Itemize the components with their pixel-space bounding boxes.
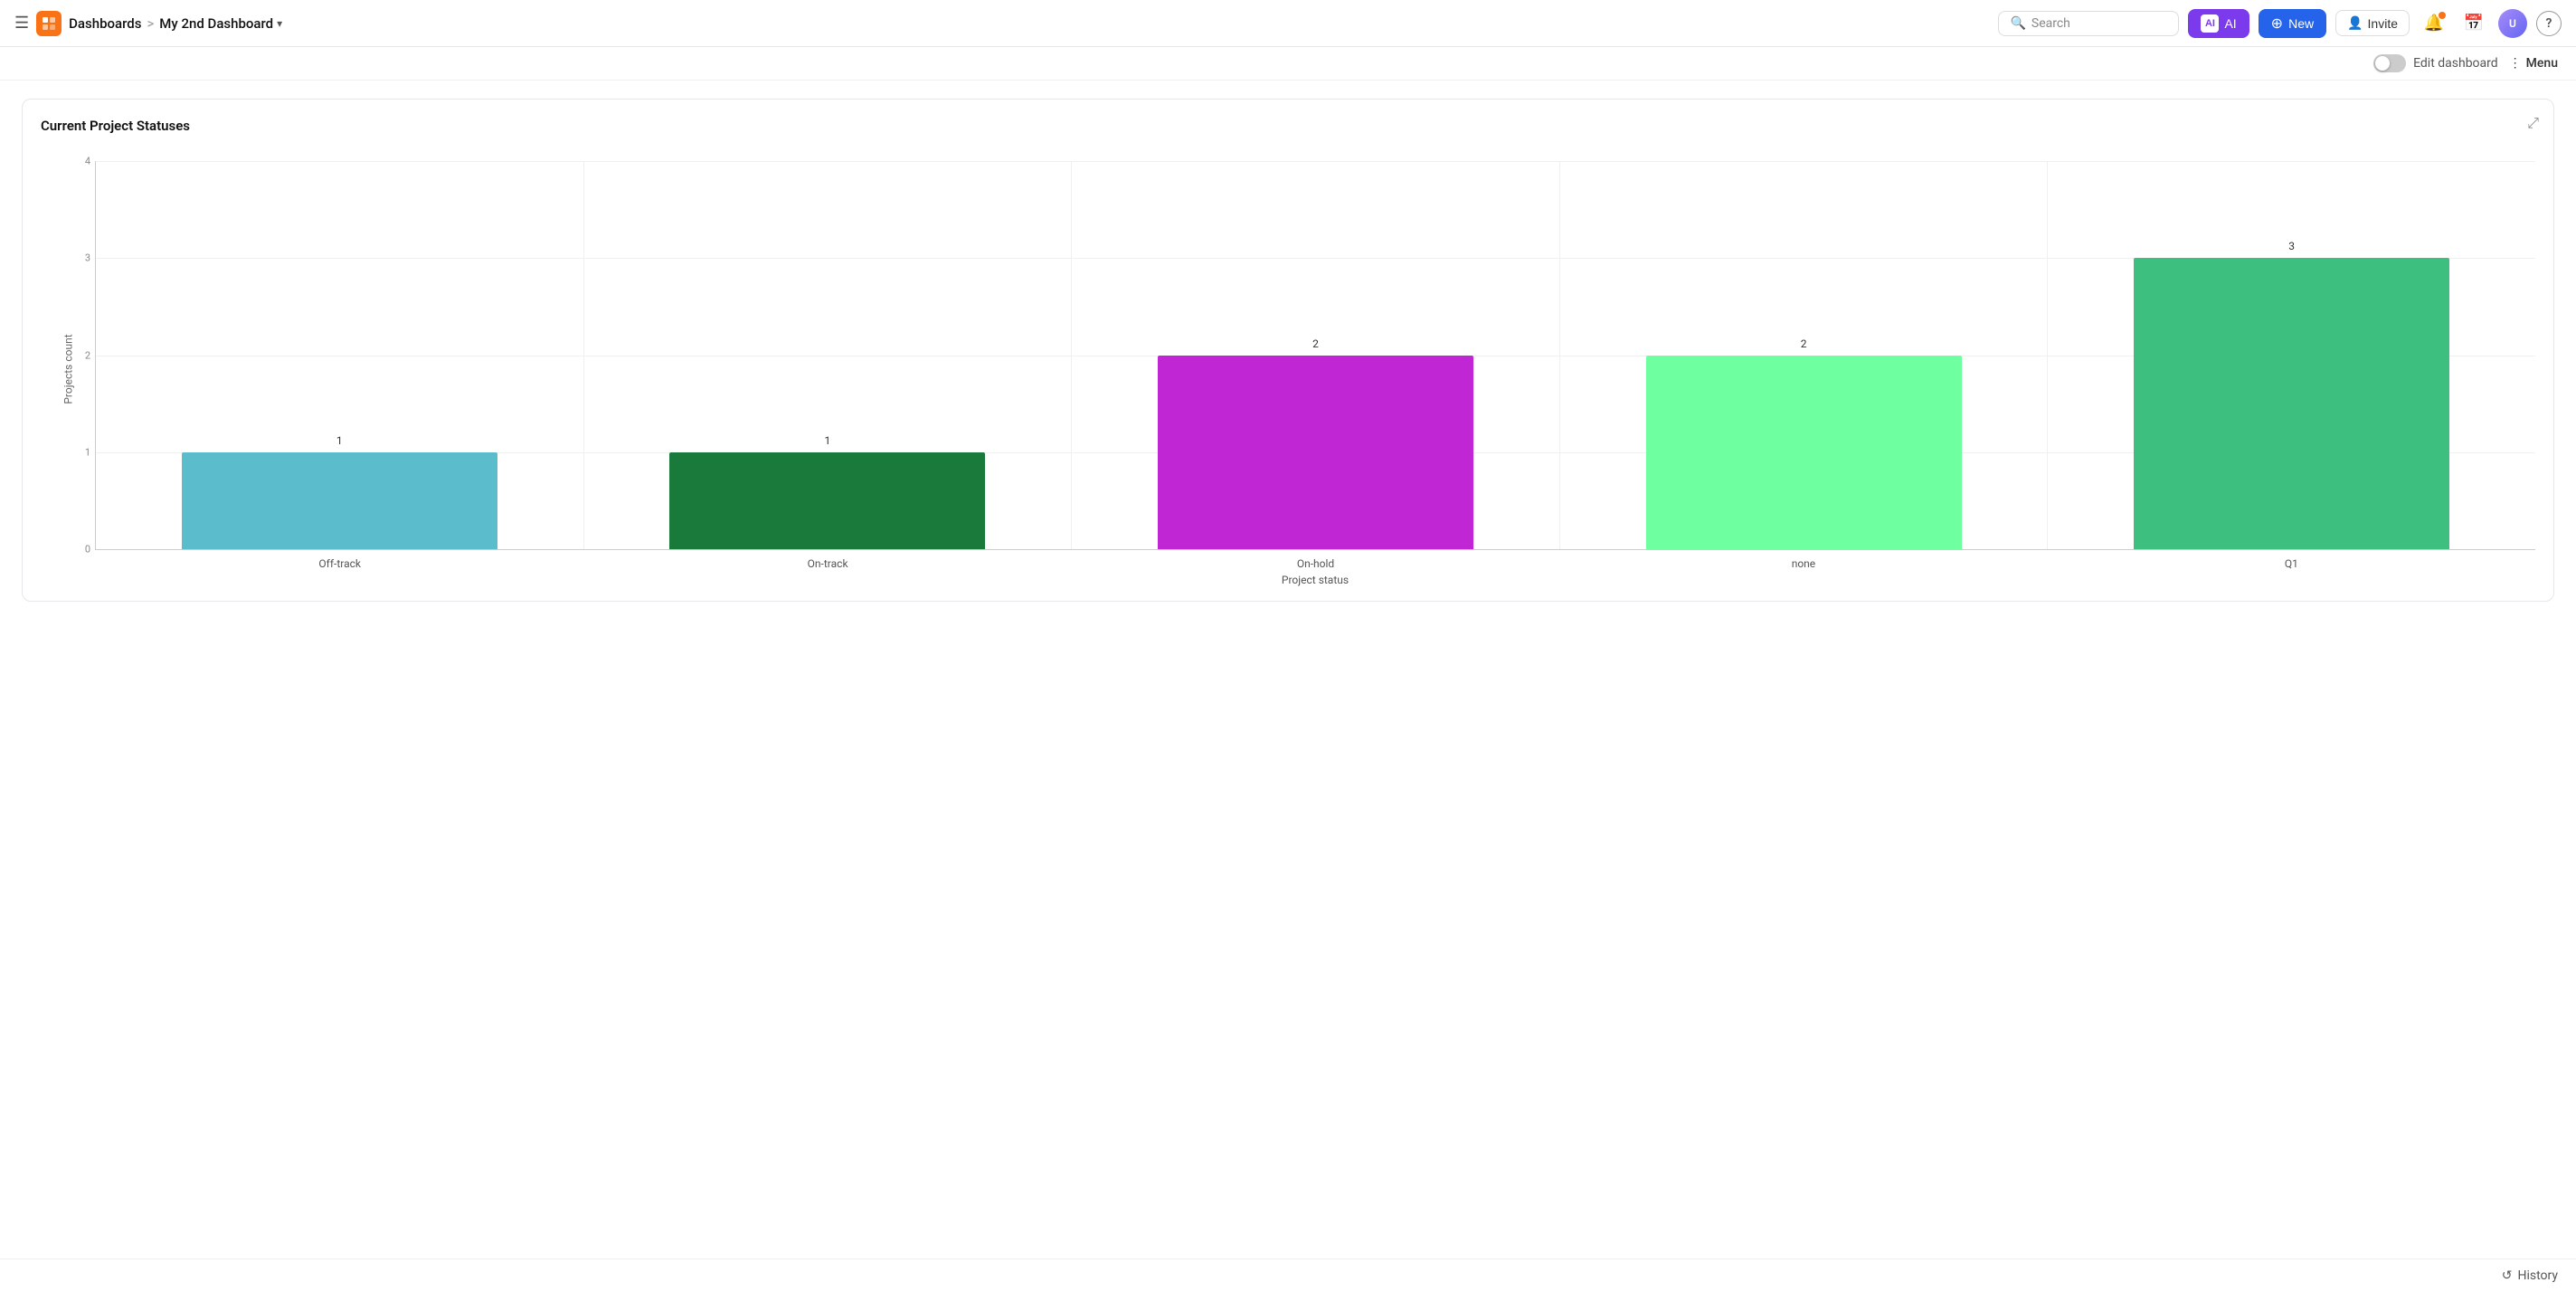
bar-value-label: 1 [96, 434, 583, 449]
chart-area: 0123411223 Project status Off-trackOn-tr… [95, 152, 2535, 586]
current-page-label[interactable]: My 2nd Dashboard [159, 15, 273, 32]
bar-rect [182, 452, 497, 549]
edit-dashboard-toggle[interactable]: Edit dashboard [2373, 54, 2498, 72]
bar-value-label: 3 [2048, 240, 2535, 254]
gridline [96, 549, 2535, 550]
toggle-thumb [2375, 56, 2390, 71]
bar-group[interactable]: 2 [1072, 161, 1560, 549]
bar-value-label: 1 [584, 434, 1072, 449]
ai-icon: AI [2201, 14, 2219, 33]
history-button[interactable]: ↺ History [2502, 1268, 2558, 1283]
breadcrumb-separator: > [147, 15, 154, 32]
user-avatar[interactable]: U [2498, 9, 2527, 38]
ai-button-label: AI [2224, 16, 2236, 31]
invite-button[interactable]: 👤 Invite [2335, 10, 2410, 36]
app-icon [36, 11, 62, 36]
y-tick-label: 2 [85, 349, 90, 361]
x-labels-row: Off-trackOn-trackOn-holdnoneQ1 [95, 557, 2535, 570]
chevron-down-icon[interactable]: ▾ [277, 17, 282, 30]
bar-rect [1646, 356, 1962, 550]
ai-button[interactable]: AI AI [2188, 9, 2249, 38]
calendar-button[interactable]: 📅 [2458, 8, 2489, 39]
bar-group[interactable]: 2 [1560, 161, 2049, 549]
nav-right: 🔍 Search AI AI ⊕ New 👤 Invite 🔔 📅 U ? [1998, 8, 2562, 39]
nav-left: ☰ Dashboards > My 2nd Dashboard ▾ [14, 11, 1991, 36]
y-axis-label: Projects count [62, 334, 75, 404]
history-icon: ↺ [2502, 1268, 2513, 1283]
menu-label: Menu [2526, 56, 2558, 71]
help-button[interactable]: ? [2536, 11, 2562, 36]
chart-title: Current Project Statuses [41, 118, 2535, 134]
bar-rect [1158, 356, 1473, 550]
breadcrumb-dashboards[interactable]: Dashboards [69, 15, 141, 32]
breadcrumb-current-page: My 2nd Dashboard ▾ [159, 15, 282, 32]
new-button-label: New [2288, 16, 2314, 31]
x-tick-label: On-track [583, 557, 1071, 570]
history-label: History [2517, 1268, 2558, 1283]
hamburger-menu-icon[interactable]: ☰ [14, 14, 29, 33]
secondary-toolbar: Edit dashboard ⋮ Menu [0, 47, 2576, 81]
edit-dashboard-label: Edit dashboard [2413, 56, 2498, 71]
bar-rect [669, 452, 985, 549]
chart-inner: 0123411223 [95, 161, 2535, 550]
y-tick-label: 4 [85, 156, 90, 167]
x-tick-label: none [1559, 557, 2047, 570]
x-tick-label: Q1 [2048, 557, 2535, 570]
bar-group[interactable]: 1 [96, 161, 584, 549]
menu-button[interactable]: ⋮ Menu [2509, 56, 2558, 71]
bar-group[interactable]: 3 [2048, 161, 2535, 549]
expand-icon[interactable]: ⤢ [2527, 114, 2539, 132]
y-tick-label: 3 [85, 252, 90, 264]
search-icon: 🔍 [2010, 16, 2025, 31]
notification-dot [2439, 12, 2446, 19]
menu-dots-icon: ⋮ [2509, 56, 2522, 71]
bar-rect [2134, 258, 2449, 549]
toggle-track[interactable] [2373, 54, 2406, 72]
bar-group[interactable]: 1 [584, 161, 1073, 549]
y-tick-label: 1 [85, 446, 90, 458]
breadcrumb: Dashboards > My 2nd Dashboard ▾ [69, 15, 282, 32]
main-content: Current Project Statuses ⤢ Projects coun… [0, 81, 2576, 1282]
plus-icon: ⊕ [2271, 14, 2283, 33]
chart-card: Current Project Statuses ⤢ Projects coun… [22, 99, 2554, 602]
bar-value-label: 2 [1560, 337, 2048, 352]
x-tick-label: Off-track [96, 557, 583, 570]
search-box[interactable]: 🔍 Search [1998, 11, 2179, 36]
top-navigation: ☰ Dashboards > My 2nd Dashboard ▾ 🔍 Sear… [0, 0, 2576, 47]
bottom-bar: ↺ History [0, 1259, 2576, 1292]
x-tick-label: On-hold [1072, 557, 1559, 570]
invite-label: Invite [2368, 16, 2398, 31]
avatar-image: U [2498, 9, 2527, 38]
notifications-button[interactable]: 🔔 [2419, 8, 2449, 39]
x-axis-label: Project status [95, 574, 2535, 586]
search-placeholder-text: Search [2031, 16, 2070, 31]
new-button[interactable]: ⊕ New [2259, 9, 2326, 38]
chart-container: Projects count 0123411223 Project status… [41, 152, 2535, 586]
y-tick-label: 0 [85, 544, 90, 556]
bars-container: 11 22 3 [96, 161, 2535, 549]
invite-icon: 👤 [2347, 15, 2363, 31]
bar-value-label: 2 [1072, 337, 1559, 352]
